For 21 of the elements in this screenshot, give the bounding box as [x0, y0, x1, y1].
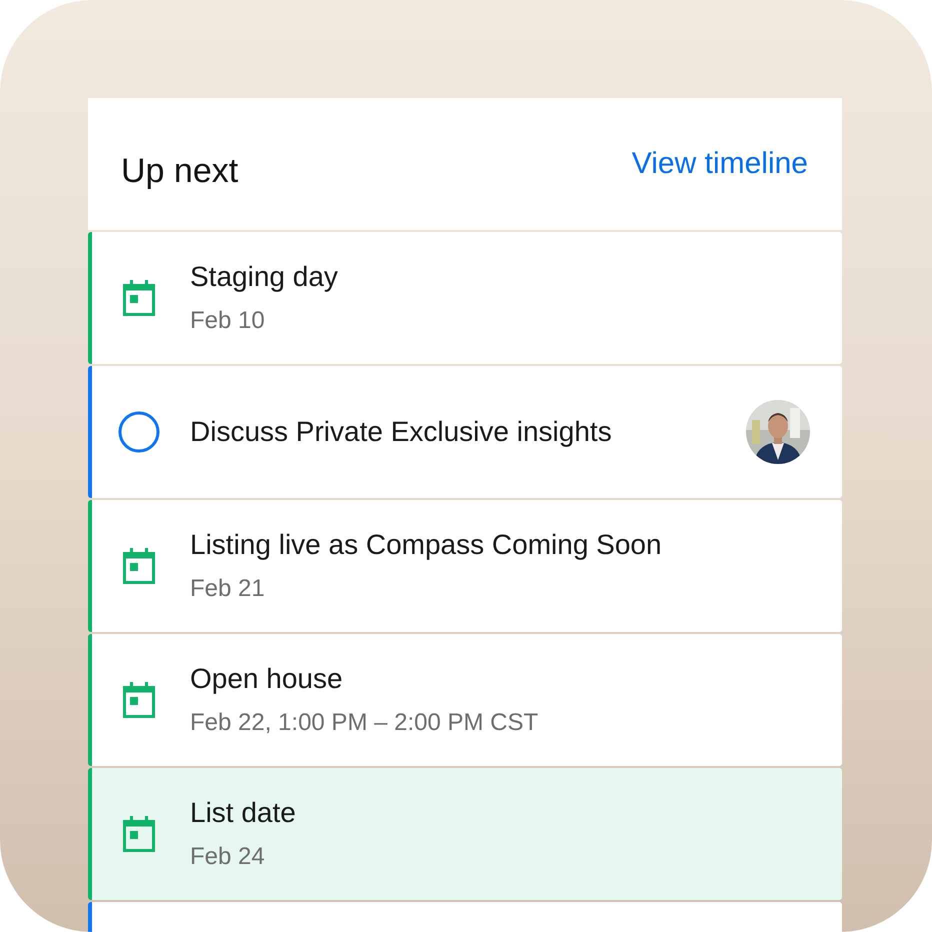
circle-icon[interactable]: [118, 411, 160, 453]
calendar-icon: [123, 816, 155, 852]
item-date: Feb 10: [190, 307, 266, 335]
view-timeline-link[interactable]: View timeline: [632, 147, 808, 181]
item-title: List date: [190, 797, 297, 829]
item-date: Feb 21: [190, 575, 266, 603]
section-title: Up next: [121, 150, 238, 190]
calendar-icon: [123, 280, 155, 316]
timeline-item[interactable]: List date Feb 24: [88, 768, 842, 900]
item-date: Feb 24: [190, 843, 266, 871]
item-title: Open house: [190, 663, 344, 695]
calendar-icon: [123, 682, 155, 718]
timeline-item[interactable]: Discuss Private Exclusive insights: [88, 366, 842, 498]
item-title: Staging day: [190, 261, 339, 293]
item-title: Discuss Private Exclusive insights: [190, 416, 613, 448]
item-date: Feb 22, 1:00 PM – 2:00 PM CST: [190, 709, 540, 737]
calendar-icon: [123, 548, 155, 584]
timeline-item[interactable]: Staging day Feb 10: [88, 232, 842, 364]
item-title: Listing live as Compass Coming Soon: [190, 529, 663, 561]
timeline-item[interactable]: Listing live as Compass Coming Soon Feb 21: [88, 500, 842, 632]
timeline-item[interactable]: Open house Feb 22, 1:00 PM – 2:00 PM CST: [88, 634, 842, 766]
